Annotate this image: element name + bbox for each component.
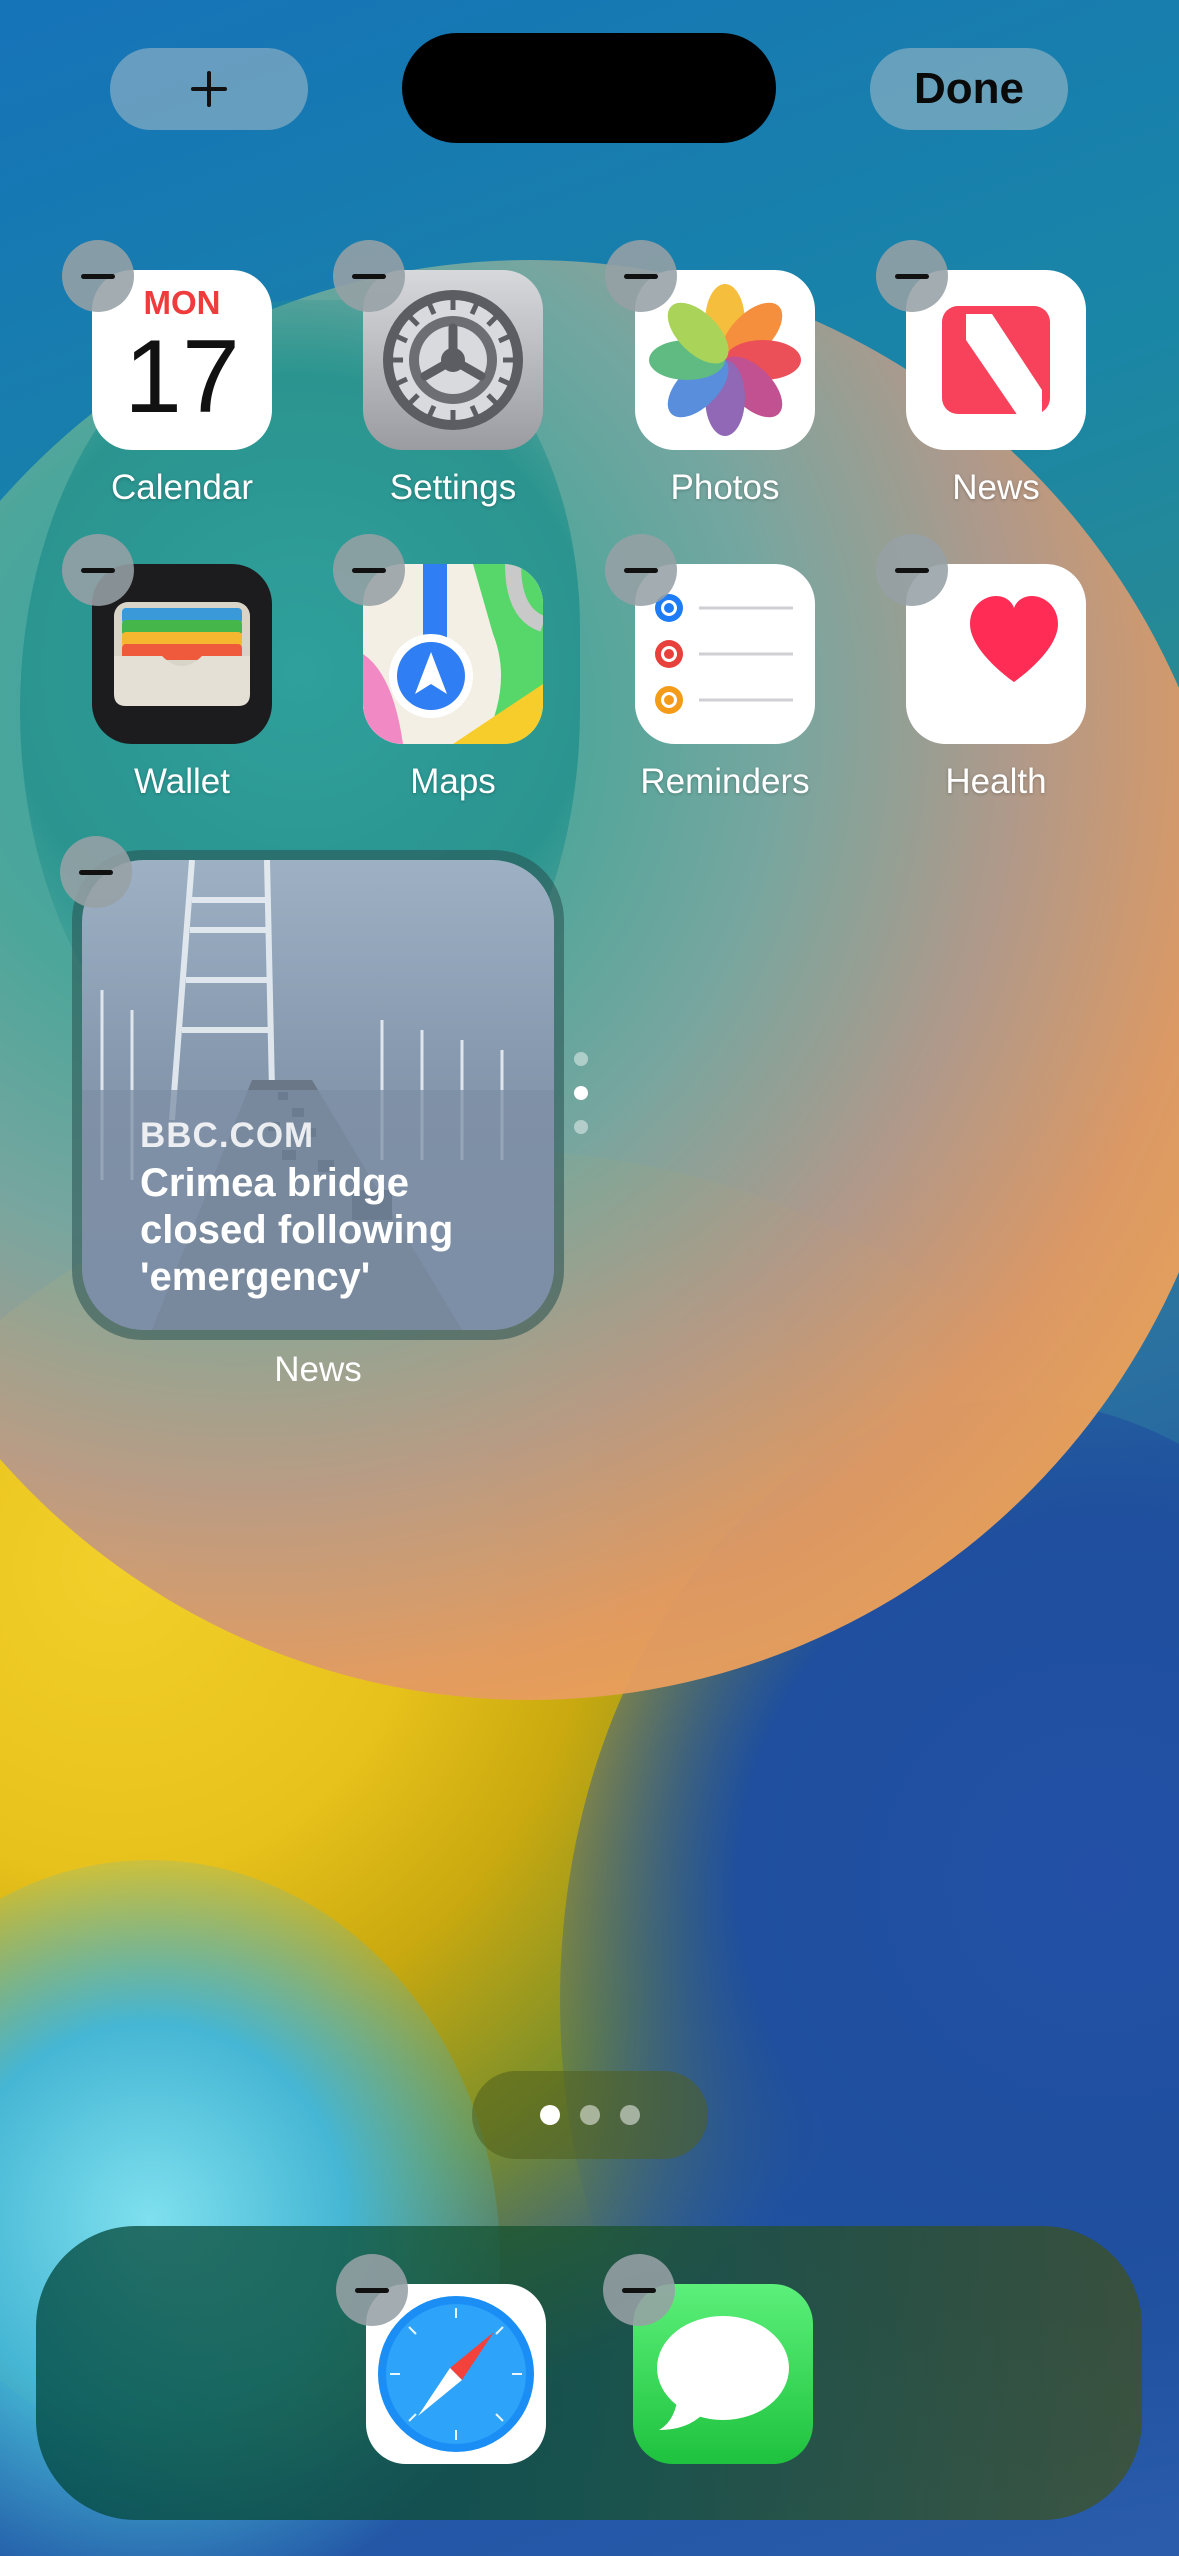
app-label-news: News xyxy=(952,468,1040,507)
widget-stack-indicator xyxy=(574,1052,592,1154)
app-label-photos: Photos xyxy=(670,468,780,507)
app-label-settings: Settings xyxy=(389,468,517,507)
stack-dot-active xyxy=(574,1086,588,1100)
app-label-reminders: Reminders xyxy=(640,762,810,801)
news-widget-source: BBC.COM xyxy=(140,1116,315,1155)
app-label-wallet: Wallet xyxy=(134,762,230,801)
dynamic-island xyxy=(402,33,776,143)
remove-settings-button[interactable] xyxy=(333,240,405,312)
stack-dot xyxy=(574,1052,588,1066)
remove-photos-button[interactable] xyxy=(605,240,677,312)
calendar-date: 17 xyxy=(124,319,240,435)
page-dot xyxy=(620,2105,640,2125)
remove-wallet-button[interactable] xyxy=(62,534,134,606)
add-widget-button[interactable] xyxy=(110,48,308,130)
dock xyxy=(36,2226,1142,2520)
remove-news-widget-button[interactable] xyxy=(60,836,132,908)
page-dot xyxy=(580,2105,600,2125)
plus-icon xyxy=(191,71,227,107)
news-widget-label: News xyxy=(274,1350,362,1389)
remove-calendar-button[interactable] xyxy=(62,240,134,312)
app-label-health: Health xyxy=(945,762,1047,801)
remove-safari-button[interactable] xyxy=(336,2254,408,2326)
remove-health-button[interactable] xyxy=(876,534,948,606)
remove-messages-button[interactable] xyxy=(603,2254,675,2326)
remove-news-button[interactable] xyxy=(876,240,948,312)
news-widget-photo: BBC.COM Crimea bridge closed following '… xyxy=(82,860,554,1330)
page-dot-active xyxy=(540,2105,560,2125)
news-widget-headline: Crimea bridge closed following 'emergenc… xyxy=(140,1161,454,1299)
app-label-maps: Maps xyxy=(410,762,496,801)
app-label-calendar: Calendar xyxy=(110,468,254,507)
news-widget[interactable]: BBC.COM Crimea bridge closed following '… xyxy=(72,850,564,1340)
page-indicator[interactable] xyxy=(472,2071,708,2159)
stack-dot xyxy=(574,1120,588,1134)
remove-reminders-button[interactable] xyxy=(605,534,677,606)
done-button[interactable]: Done xyxy=(870,48,1068,130)
remove-maps-button[interactable] xyxy=(333,534,405,606)
